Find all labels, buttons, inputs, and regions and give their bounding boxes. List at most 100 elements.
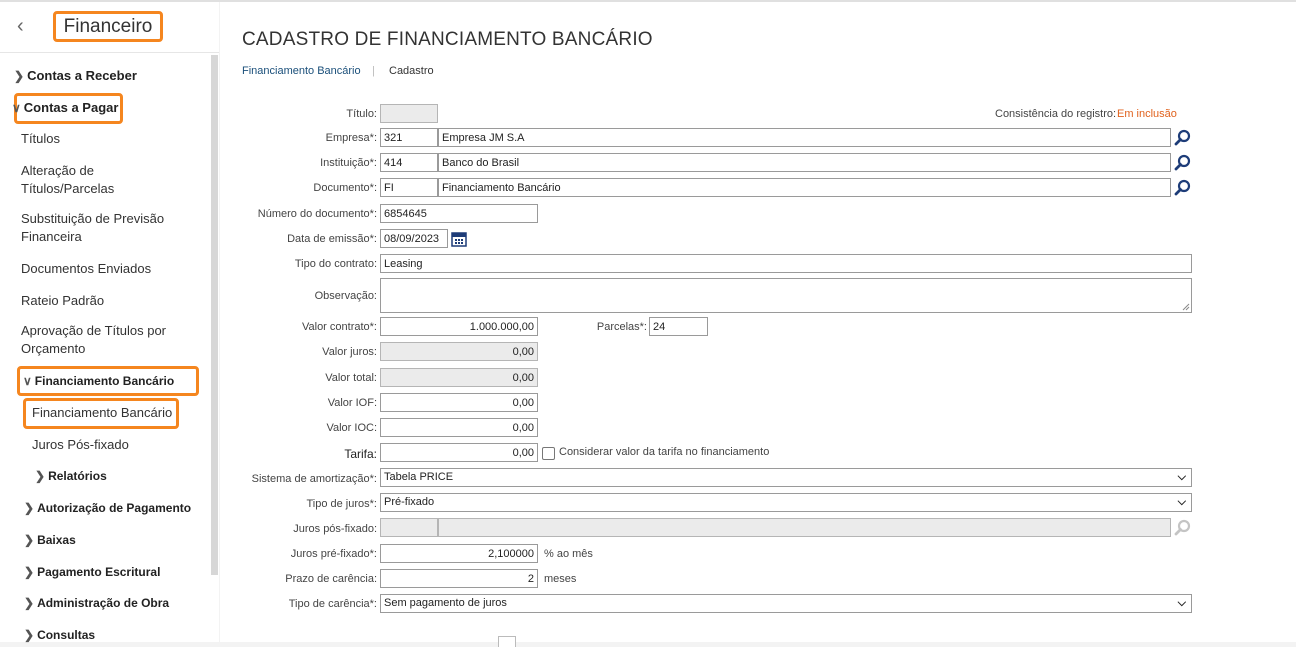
sidebar-item-label: Documentos Enviados [21, 261, 152, 276]
valor-total-label: Valor total: [325, 372, 377, 384]
instituicao-code-input[interactable]: 414 [380, 153, 438, 172]
observacao-label: Observação: [314, 290, 377, 302]
tarifa-checkbox[interactable] [542, 447, 555, 460]
search-icon[interactable] [1174, 129, 1192, 147]
sidebar-item-label: Relatórios [48, 469, 107, 483]
data-emissao-input[interactable]: 08/09/2023 [380, 229, 448, 248]
consistency-label: Consistência do registro: [995, 108, 1117, 120]
empresa-code-input[interactable]: 321 [380, 128, 438, 147]
sidebar-item-label: Administração de Obra [37, 596, 170, 610]
sidebar-item-label: Contas a Pagar [23, 100, 119, 115]
chevron-right-icon: ❯ [35, 469, 46, 483]
numero-documento-input[interactable]: 6854645 [380, 204, 538, 223]
sistema-amortizacao-label: Sistema de amortização*: [251, 473, 377, 485]
juros-pre-unit: % ao mês [544, 548, 593, 560]
search-icon[interactable] [1174, 154, 1192, 172]
tipo-contrato-input[interactable]: Leasing [380, 254, 1192, 273]
parcelas-label: Parcelas*: [596, 321, 647, 333]
back-icon[interactable]: ‹ [17, 15, 24, 38]
chevron-down-icon: ∨ [23, 374, 32, 388]
module-title: Financeiro [53, 11, 163, 42]
sidebar-item-financiamento-group[interactable]: ∨ Financiamento Bancário [23, 372, 174, 390]
prazo-carencia-input[interactable]: 2 [380, 569, 538, 588]
sidebar-item-relatorios[interactable]: ❯ Relatórios [35, 467, 107, 485]
tipo-carencia-label: Tipo de carência*: [288, 598, 377, 610]
top-divider [0, 0, 1296, 2]
sidebar-item-contas-pagar[interactable]: ∨ Contas a Pagar [12, 99, 118, 117]
chevron-down-icon: ∨ [12, 101, 21, 115]
sidebar-item-aprovacao[interactable]: Aprovação de Títulos por Orçamento [21, 322, 181, 358]
sidebar-item-administracao-obra[interactable]: ❯ Administração de Obra [24, 594, 169, 612]
sidebar-item-label: Aprovação de Títulos por Orçamento [21, 323, 167, 356]
valor-contrato-label: Valor contrato*: [301, 321, 377, 333]
chevron-right-icon: ❯ [24, 501, 35, 515]
sidebar-item-alteracao[interactable]: Alteração de Títulos/Parcelas [21, 162, 171, 198]
chevron-right-icon: ❯ [24, 533, 35, 547]
juros-pos-name-input [438, 518, 1171, 537]
breadcrumb-cadastro: Cadastro [389, 65, 434, 77]
tipo-carencia-select[interactable]: Sem pagamento de juros ⌵ [380, 594, 1192, 613]
valor-iof-input[interactable]: 0,00 [380, 393, 538, 412]
sidebar-item-label: Juros Pós-fixado [32, 437, 129, 452]
documento-name-input[interactable]: Financiamento Bancário [438, 178, 1171, 197]
tipo-carencia-value: Sem pagamento de juros [384, 597, 507, 609]
chevron-right-icon: ❯ [14, 69, 25, 83]
sistema-amortizacao-value: Tabela PRICE [384, 471, 454, 483]
chevron-down-icon: ⌵ [1177, 471, 1186, 483]
module-title-text: Financeiro [63, 15, 153, 37]
sidebar-item-financiamento-bancario[interactable]: Financiamento Bancário [32, 404, 172, 422]
empresa-name-input[interactable]: Empresa JM S.A [438, 128, 1171, 147]
sidebar-item-label: Financiamento Bancário [32, 405, 173, 420]
prazo-carencia-unit: meses [544, 573, 577, 585]
sidebar-item-rateio[interactable]: Rateio Padrão [21, 292, 104, 310]
tarifa-input[interactable]: 0,00 [380, 443, 538, 462]
sidebar-item-contas-receber[interactable]: ❯ Contas a Receber [14, 67, 137, 85]
tipo-juros-label: Tipo de juros*: [306, 498, 377, 510]
tipo-juros-select[interactable]: Pré-fixado ⌵ [380, 493, 1192, 512]
resize-handle-icon[interactable] [1182, 303, 1190, 311]
numero-documento-label: Número do documento*: [257, 208, 377, 220]
sidebar-item-autorizacao[interactable]: ❯ Autorização de Pagamento [24, 499, 191, 517]
tipo-contrato-label: Tipo do contrato: [294, 258, 377, 270]
sidebar-item-label: Substituição de Previsão Financeira [21, 211, 165, 244]
tipo-juros-value: Pré-fixado [384, 496, 435, 508]
sidebar-header: ‹ Financeiro [0, 0, 219, 53]
sidebar-item-label: Rateio Padrão [21, 293, 105, 308]
sidebar-item-label: Pagamento Escritural [37, 565, 161, 579]
sidebar-item-label: Autorização de Pagamento [37, 501, 192, 515]
titulo-input[interactable] [380, 104, 438, 123]
calendar-icon[interactable] [451, 231, 467, 247]
chevron-right-icon: ❯ [24, 628, 35, 642]
sidebar-item-consultas[interactable]: ❯ Consultas [24, 626, 95, 644]
juros-pos-label: Juros pós-fixado: [293, 523, 377, 535]
valor-juros-input: 0,00 [380, 342, 538, 361]
observacao-textarea[interactable] [380, 278, 1192, 313]
valor-ioc-label: Valor IOC: [326, 422, 377, 434]
sidebar-item-juros-pos[interactable]: Juros Pós-fixado [32, 436, 129, 454]
breadcrumb-financiamento[interactable]: Financiamento Bancário [242, 65, 361, 77]
sidebar-item-label: Consultas [37, 628, 96, 642]
tarifa-checkbox-label: Considerar valor da tarifa no financiame… [559, 446, 770, 458]
sidebar-item-substituicao[interactable]: Substituição de Previsão Financeira [21, 210, 181, 246]
parcelas-input[interactable]: 24 [649, 317, 708, 336]
tarifa-label: Tarifa: [344, 447, 377, 461]
documento-code-input[interactable]: FI [380, 178, 438, 197]
chevron-down-icon: ⌵ [1177, 496, 1186, 508]
sidebar-item-label: Financiamento Bancário [34, 374, 175, 388]
juros-pos-code-input [380, 518, 438, 537]
sidebar-item-label: Alteração de Títulos/Parcelas [21, 163, 115, 196]
valor-iof-label: Valor IOF: [327, 397, 377, 409]
sidebar-item-baixas[interactable]: ❯ Baixas [24, 531, 76, 549]
titulo-label: Título: [346, 108, 377, 120]
chevron-right-icon: ❯ [24, 596, 35, 610]
sidebar-item-documentos-enviados[interactable]: Documentos Enviados [21, 260, 151, 278]
instituicao-name-input[interactable]: Banco do Brasil [438, 153, 1171, 172]
sistema-amortizacao-select[interactable]: Tabela PRICE ⌵ [380, 468, 1192, 487]
sidebar-item-titulos[interactable]: Títulos [21, 130, 60, 148]
sidebar-item-pagamento-escritural[interactable]: ❯ Pagamento Escritural [24, 563, 160, 581]
valor-ioc-input[interactable]: 0,00 [380, 418, 538, 437]
search-icon[interactable] [1174, 179, 1192, 197]
valor-juros-label: Valor juros: [322, 346, 377, 358]
juros-pre-input[interactable]: 2,100000 [380, 544, 538, 563]
chevron-down-icon: ⌵ [1177, 597, 1186, 609]
